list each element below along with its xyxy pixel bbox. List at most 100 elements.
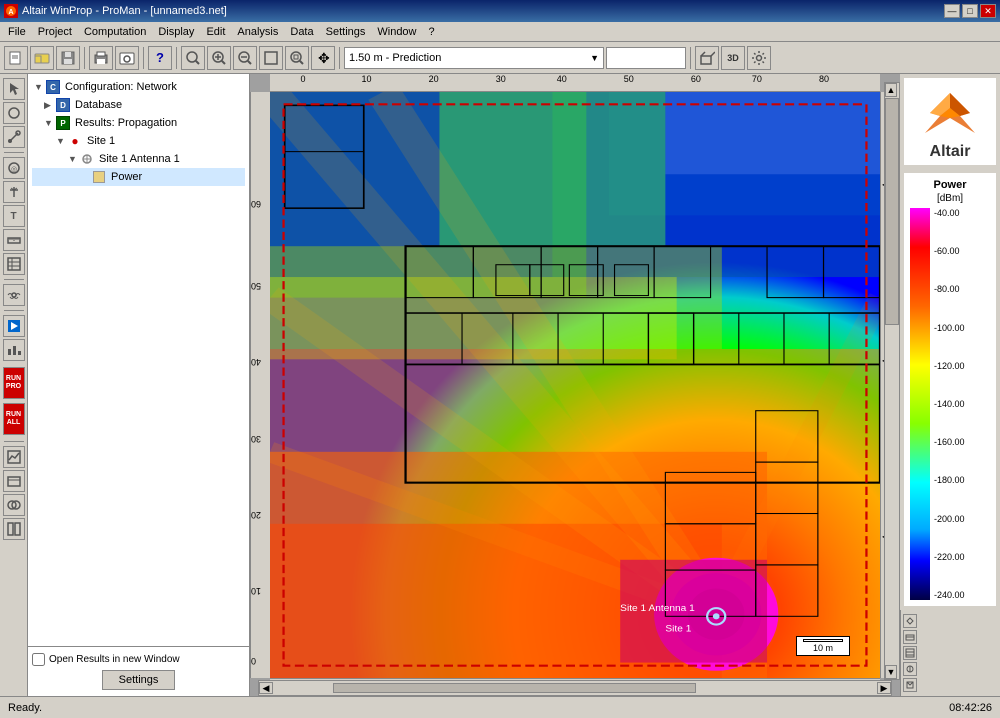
- config-icon: C: [46, 80, 60, 94]
- save-button[interactable]: [56, 46, 80, 70]
- legend-val-5: -140.00: [934, 399, 965, 409]
- run-all-button[interactable]: RUNALL: [3, 403, 25, 435]
- right-panel: Altair Power [dBm] -40.00 -60.00 -80.00 …: [900, 74, 1000, 696]
- settings-button[interactable]: Settings: [102, 670, 176, 690]
- menu-project[interactable]: Project: [32, 24, 78, 40]
- open-button[interactable]: [30, 46, 54, 70]
- menu-computation[interactable]: Computation: [78, 24, 152, 40]
- menu-data[interactable]: Data: [284, 24, 319, 40]
- diff-tool[interactable]: [3, 494, 25, 516]
- run-button[interactable]: [3, 315, 25, 337]
- legend-val-2: -80.00: [934, 284, 965, 294]
- menu-window[interactable]: Window: [371, 24, 422, 40]
- tree-content[interactable]: ▼ C Configuration: Network ▶ D Database …: [28, 74, 249, 646]
- measure-tool[interactable]: [3, 229, 25, 251]
- run-pro-button[interactable]: RUNPRO: [3, 367, 25, 399]
- chart-tool[interactable]: [3, 339, 25, 361]
- rmt-btn2[interactable]: [903, 630, 917, 644]
- circle-tool[interactable]: ◎: [3, 157, 25, 179]
- tree-item-antenna1[interactable]: ▼ Site 1 Antenna 1: [32, 150, 245, 168]
- antenna-tool[interactable]: [3, 181, 25, 203]
- zoom-fit-button[interactable]: [259, 46, 283, 70]
- menu-display[interactable]: Display: [152, 24, 200, 40]
- hscroll-left-button[interactable]: ◀: [259, 682, 273, 694]
- menu-file[interactable]: File: [2, 24, 32, 40]
- tree-item-power[interactable]: ▶ Power: [32, 168, 245, 186]
- select-tool[interactable]: [3, 78, 25, 100]
- tree-item-site1[interactable]: ▼ ● Site 1: [32, 132, 245, 150]
- vertical-scrollbar[interactable]: ▲ ▼: [884, 82, 900, 680]
- close-button[interactable]: ✕: [980, 4, 996, 18]
- menu-analysis[interactable]: Analysis: [231, 24, 284, 40]
- tree-item-results[interactable]: ▼ P Results: Propagation: [32, 114, 245, 132]
- tree-item-config[interactable]: ▼ C Configuration: Network: [32, 78, 245, 96]
- open-results-label[interactable]: Open Results in new Window: [49, 654, 180, 665]
- export-tool[interactable]: [3, 470, 25, 492]
- ruler-top: 0 10 20 30 40 50 60 70 80: [270, 74, 880, 92]
- help-button[interactable]: ?: [148, 46, 172, 70]
- wave-tool[interactable]: [3, 284, 25, 306]
- vscroll-down-button[interactable]: ▼: [885, 665, 897, 679]
- zoom-selection-button[interactable]: [285, 46, 309, 70]
- layer-combo[interactable]: [606, 47, 686, 69]
- expand-results-icon[interactable]: ▼: [44, 118, 54, 128]
- altair-logo-svg: [920, 88, 980, 138]
- settings-icon-button[interactable]: [747, 46, 771, 70]
- rmt-btn1[interactable]: [903, 614, 917, 628]
- legend-unit: [dBm]: [910, 193, 990, 204]
- expand-config-icon[interactable]: ▼: [34, 82, 44, 92]
- expand-site1-icon[interactable]: ▼: [56, 136, 66, 146]
- site1-label: Site 1: [87, 135, 115, 147]
- expand-database-icon[interactable]: ▶: [44, 100, 54, 111]
- text-tool[interactable]: T: [3, 205, 25, 227]
- menu-edit[interactable]: Edit: [200, 24, 231, 40]
- zoom-area-button[interactable]: [181, 46, 205, 70]
- title-text: Altair WinProp - ProMan - [unnamed3.net]: [22, 5, 227, 17]
- status-text: Ready.: [8, 702, 42, 714]
- ruler-left-30: 30: [251, 434, 261, 444]
- print-button[interactable]: [89, 46, 113, 70]
- legend-val-3: -100.00: [934, 323, 965, 333]
- pan-button[interactable]: ✥: [311, 46, 335, 70]
- svg-text:Site 1 Antenna 1: Site 1 Antenna 1: [620, 604, 695, 614]
- menu-bar: File Project Computation Display Edit An…: [0, 22, 1000, 42]
- view3d-button[interactable]: [695, 46, 719, 70]
- expand-antenna1-icon[interactable]: ▼: [68, 154, 78, 164]
- tree-footer: Open Results in new Window Settings: [28, 646, 249, 696]
- line-tool[interactable]: [3, 126, 25, 148]
- rmt-btn5[interactable]: [903, 678, 917, 692]
- horizontal-scrollbar[interactable]: ◀ ▶: [258, 680, 892, 696]
- tree-item-database[interactable]: ▶ D Database: [32, 96, 245, 114]
- new-button[interactable]: [4, 46, 28, 70]
- maximize-button[interactable]: □: [962, 4, 978, 18]
- hscroll-right-button[interactable]: ▶: [877, 682, 891, 694]
- heatmap-visualization: Site 1 Antenna 1 Site 1: [270, 92, 880, 678]
- menu-help[interactable]: ?: [423, 24, 441, 40]
- prediction-dropdown[interactable]: 1.50 m - Prediction ▼: [344, 47, 604, 69]
- zoom-out-button[interactable]: [233, 46, 257, 70]
- 3d-label-button[interactable]: 3D: [721, 46, 745, 70]
- minimize-button[interactable]: —: [944, 4, 960, 18]
- vscroll-thumb[interactable]: [885, 98, 899, 325]
- vscroll-up-button[interactable]: ▲: [885, 83, 897, 97]
- menu-settings[interactable]: Settings: [320, 24, 372, 40]
- map-inner[interactable]: Site 1 Antenna 1 Site 1 10 m: [270, 92, 880, 678]
- ruler-left: 0 10 20 30 40 50 60: [250, 92, 270, 678]
- list-tool[interactable]: [3, 253, 25, 275]
- analysis-tool[interactable]: [3, 446, 25, 468]
- screenshot-button[interactable]: [115, 46, 139, 70]
- point-tool[interactable]: [3, 102, 25, 124]
- gradient-bar: [910, 208, 930, 600]
- ruler-mark-60: 60: [691, 74, 701, 84]
- map-container[interactable]: 0 10 20 30 40 50 60 70 80 0 10 20 30 40 …: [250, 74, 900, 696]
- zoom-in-button[interactable]: [207, 46, 231, 70]
- legend-val-1: -60.00: [934, 246, 965, 256]
- database-label: Database: [75, 99, 122, 111]
- ruler-mark-50: 50: [624, 74, 634, 84]
- rmt-btn4[interactable]: [903, 662, 917, 676]
- legend-val-9: -220.00: [934, 552, 965, 562]
- compare-tool[interactable]: [3, 518, 25, 540]
- rmt-btn3[interactable]: [903, 646, 917, 660]
- hscroll-thumb[interactable]: [333, 683, 695, 693]
- open-results-checkbox[interactable]: [32, 653, 45, 666]
